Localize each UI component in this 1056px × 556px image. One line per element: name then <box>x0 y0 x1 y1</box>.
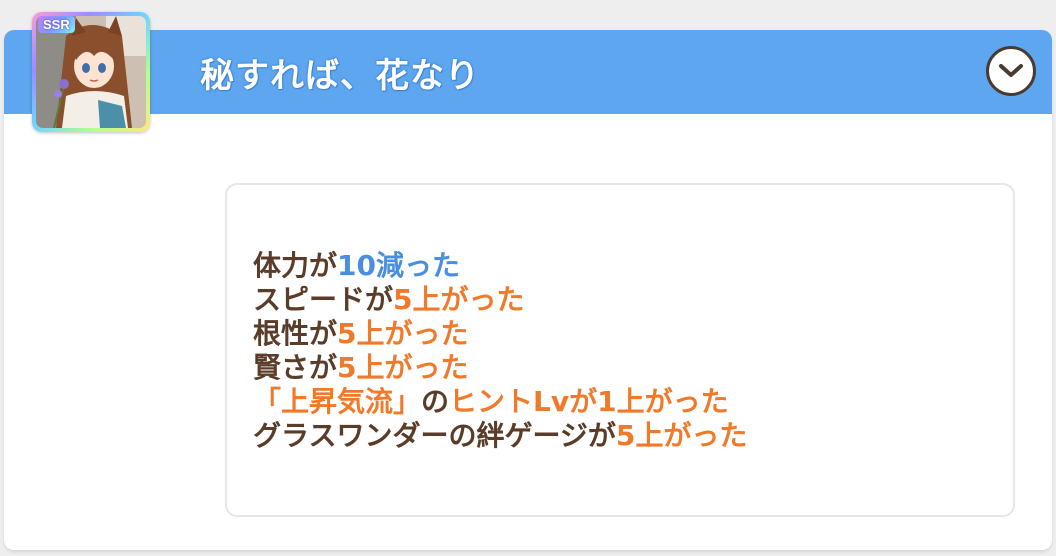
result-line-bond: グラスワンダーの絆ゲージが5上がった <box>253 419 747 453</box>
collapse-toggle-button[interactable] <box>986 46 1036 96</box>
result-label: 体力が <box>253 249 338 282</box>
skill-name: 「上昇気流」 <box>253 385 422 418</box>
result-line-stamina: 体力が10減った <box>253 249 747 283</box>
result-label: グラスワンダーの絆ゲージが <box>253 419 616 452</box>
result-value: 5上がった <box>337 351 469 384</box>
result-value: 5上がった <box>615 419 748 452</box>
result-value: 5上がった <box>337 317 469 350</box>
result-value: 5上がった <box>393 283 525 316</box>
result-list: 体力が10減った スピードが5上がった 根性が5上がった 賢さが5上がった 「上… <box>253 249 747 453</box>
result-label: 賢さが <box>253 351 338 384</box>
result-value: ヒントLvが1上がった <box>449 385 729 418</box>
result-message-box: 体力が10減った スピードが5上がった 根性が5上がった 賢さが5上がった 「上… <box>225 183 1015 517</box>
result-line-wisdom: 賢さが5上がった <box>253 351 747 385</box>
result-line-guts: 根性が5上がった <box>253 317 747 351</box>
event-header: 秘すれば、花なり <box>4 30 1052 114</box>
rarity-badge: SSR <box>38 16 75 33</box>
result-label: 根性が <box>253 317 338 350</box>
result-label: スピードが <box>253 283 394 316</box>
event-result-panel: 秘すれば、花なり 体力が10減った スピードが5上がった 根性が5上がった 賢さ… <box>4 30 1052 550</box>
chevron-down-icon <box>999 64 1023 77</box>
result-label: の <box>421 385 450 418</box>
result-line-skill-hint: 「上昇気流」のヒントLvが1上がった <box>253 385 747 419</box>
event-title: 秘すれば、花なり <box>200 56 480 96</box>
result-line-speed: スピードが5上がった <box>253 283 747 317</box>
result-value: 10減った <box>337 249 460 282</box>
